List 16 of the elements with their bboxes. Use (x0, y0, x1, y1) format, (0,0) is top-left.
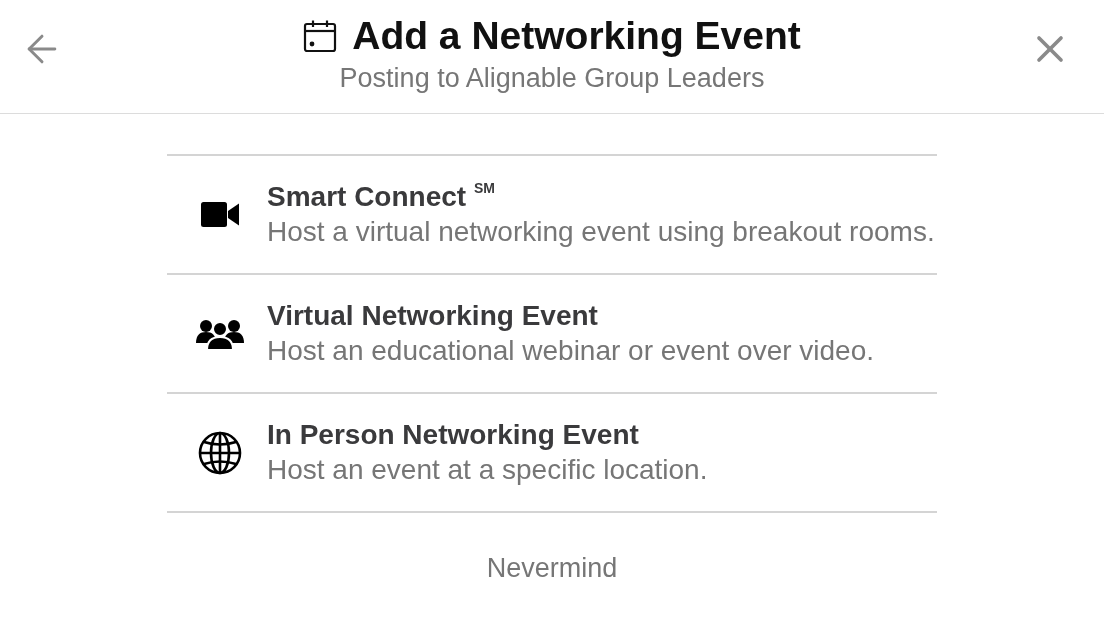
event-type-option[interactable]: Virtual Networking Event Host an educational webinar or event over video. (167, 275, 937, 394)
nevermind-button[interactable]: Nevermind (472, 547, 632, 590)
globe-icon (198, 430, 242, 475)
video-camera-icon (201, 202, 239, 227)
option-description: Host an event at a specific location. (267, 454, 708, 486)
option-title: In Person Networking Event (267, 419, 640, 451)
option-description: Host a virtual networking event using breakout rooms. (267, 216, 935, 248)
event-type-option[interactable]: In Person Networking Event Host an event at a specific location. (167, 394, 937, 513)
dialog-subtitle: Posting to Alignable Group Leaders (339, 63, 765, 93)
dialog-title: Add a Networking Event (352, 13, 801, 59)
calendar-icon (303, 19, 338, 53)
event-type-option[interactable]: Smart Connect $^{SM}$ Host a virtual networking event using breakout rooms. (167, 156, 937, 275)
option-description: Host an educational webinar or event over video. (267, 335, 875, 367)
option-title: Virtual Networking Event (267, 300, 599, 332)
people-group-icon (196, 317, 244, 350)
option-title: Smart Connect $^{SM}$ (267, 181, 496, 213)
